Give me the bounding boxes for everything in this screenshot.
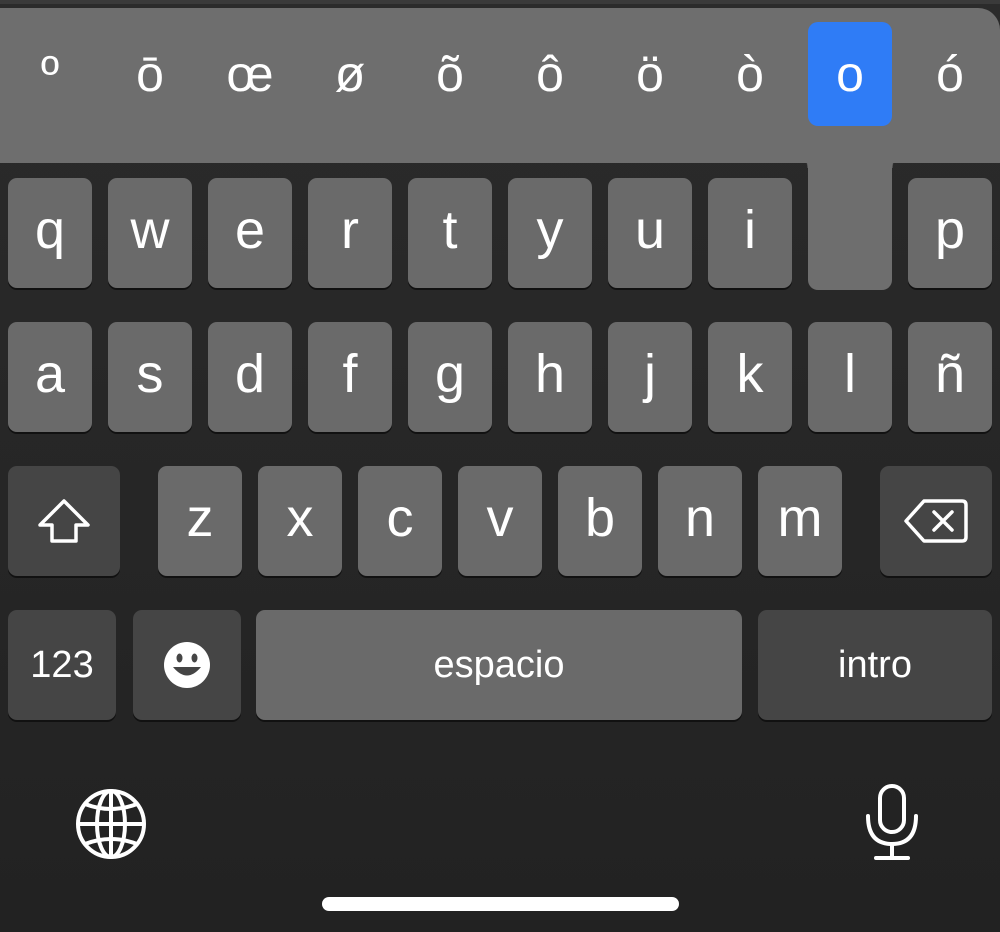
key-t[interactable]: t xyxy=(408,178,492,288)
key-f[interactable]: f xyxy=(308,322,392,432)
key-c[interactable]: c xyxy=(358,466,442,576)
accent-option[interactable]: ó xyxy=(908,22,992,126)
key-i[interactable]: i xyxy=(708,178,792,288)
key-x[interactable]: x xyxy=(258,466,342,576)
shift-icon xyxy=(38,499,90,543)
key-k[interactable]: k xyxy=(708,322,792,432)
key-h[interactable]: h xyxy=(508,322,592,432)
numbers-key[interactable]: 123 xyxy=(8,610,116,720)
accent-option[interactable]: œ xyxy=(208,22,292,126)
key-z[interactable]: z xyxy=(158,466,242,576)
key-p[interactable]: p xyxy=(908,178,992,288)
microphone-icon[interactable] xyxy=(864,782,920,862)
key-l[interactable]: l xyxy=(808,322,892,432)
key-e[interactable]: e xyxy=(208,178,292,288)
return-key[interactable]: intro xyxy=(758,610,992,720)
delete-key[interactable] xyxy=(880,466,992,576)
accent-option-selected[interactable]: o xyxy=(808,22,892,126)
accent-option[interactable]: ø xyxy=(308,22,392,126)
accent-option[interactable]: ö xyxy=(608,22,692,126)
key-a[interactable]: a xyxy=(8,322,92,432)
accent-option[interactable]: ô xyxy=(508,22,592,126)
popup-notch-left xyxy=(790,150,808,168)
space-key[interactable]: espacio xyxy=(256,610,742,720)
keyboard: º ō œ ø õ ô ö ò o ó q w e r t y u i p a … xyxy=(0,0,1000,932)
key-q[interactable]: q xyxy=(8,178,92,288)
key-m[interactable]: m xyxy=(758,466,842,576)
globe-icon[interactable] xyxy=(75,788,147,860)
accent-option[interactable]: º xyxy=(8,22,92,126)
key-r[interactable]: r xyxy=(308,178,392,288)
accent-option[interactable]: ō xyxy=(108,22,192,126)
keyboard-top-border xyxy=(0,0,1000,4)
accent-option[interactable]: ò xyxy=(708,22,792,126)
home-indicator[interactable] xyxy=(322,897,679,911)
key-w[interactable]: w xyxy=(108,178,192,288)
accent-option[interactable]: õ xyxy=(408,22,492,126)
delete-icon xyxy=(904,499,968,543)
popup-notch-right xyxy=(892,150,910,168)
accent-popup-tail xyxy=(808,150,892,290)
key-d[interactable]: d xyxy=(208,322,292,432)
key-j[interactable]: j xyxy=(608,322,692,432)
key-u[interactable]: u xyxy=(608,178,692,288)
key-y[interactable]: y xyxy=(508,178,592,288)
key-s[interactable]: s xyxy=(108,322,192,432)
key-v[interactable]: v xyxy=(458,466,542,576)
key-n-tilde[interactable]: ñ xyxy=(908,322,992,432)
emoji-key[interactable] xyxy=(133,610,241,720)
key-b[interactable]: b xyxy=(558,466,642,576)
key-g[interactable]: g xyxy=(408,322,492,432)
shift-key[interactable] xyxy=(8,466,120,576)
key-n[interactable]: n xyxy=(658,466,742,576)
emoji-icon xyxy=(164,642,210,688)
